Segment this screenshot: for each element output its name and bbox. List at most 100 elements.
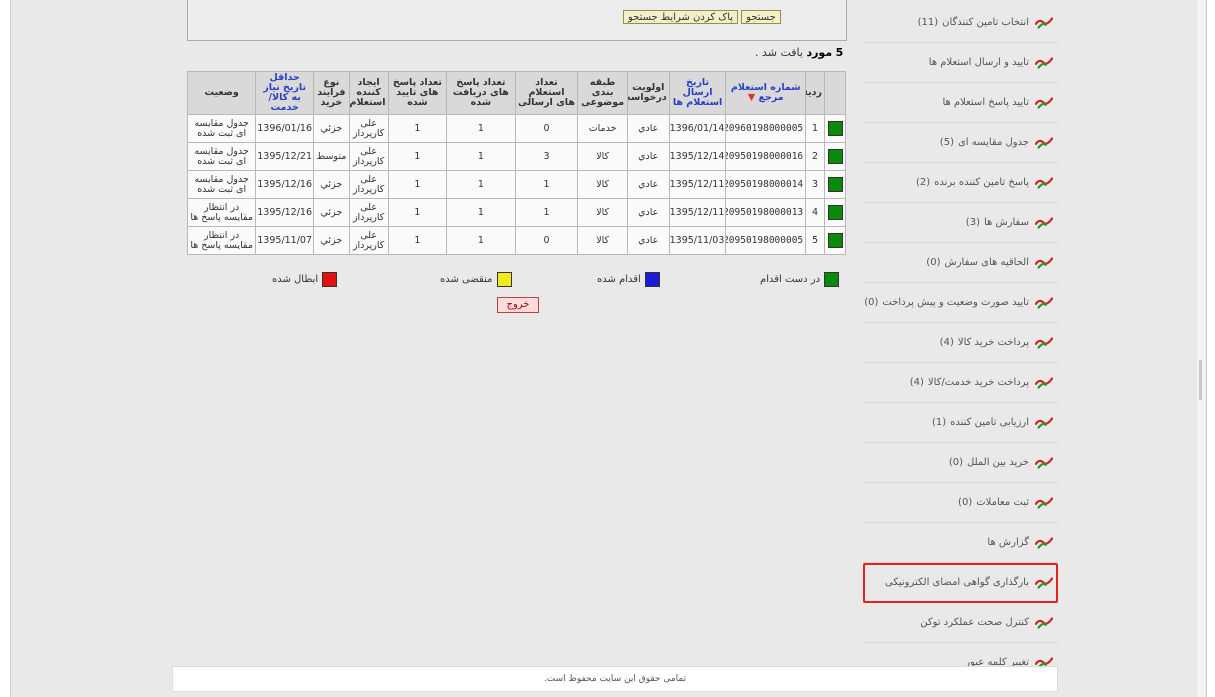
sidebar-item[interactable]: تایید پاسخ استعلام ها xyxy=(863,83,1058,123)
green-square-icon xyxy=(827,205,843,220)
menu-logo-icon xyxy=(1034,136,1054,150)
cell-no: 3 xyxy=(805,170,826,199)
cell-ref[interactable]: 20950198000005 xyxy=(725,226,807,255)
menu-logo-icon xyxy=(1034,176,1054,190)
column-header-send-date[interactable]: تاریخ ارسال استعلام ها xyxy=(668,71,727,115)
table-row[interactable]: 1 20960198000005 1396/01/14 عادي خدمات 0 1 1 علی… xyxy=(186,114,846,143)
cell-sent: 0 xyxy=(514,226,579,255)
sidebar-menu: انتخاب تامین کنندگان (11) تایید و ارسال اس… xyxy=(863,3,1058,683)
sort-down-icon[interactable]: ▼ xyxy=(748,92,755,103)
sidebar-item[interactable]: سفارش ها (3) xyxy=(863,203,1058,243)
exit-button[interactable]: خروج xyxy=(497,297,539,313)
table-row[interactable]: 4 20950198000013 1395/12/11 عادي کالا 1 1 1 علی … xyxy=(186,198,846,227)
green-square-icon xyxy=(827,233,843,248)
clear-search-button[interactable]: پاک کردن شرایط جستجو xyxy=(623,10,739,24)
legend-label: اقدام شده xyxy=(597,274,641,285)
sidebar-item-count: (0) xyxy=(958,497,973,508)
sidebar-item[interactable]: جدول مقایسه ای (5) xyxy=(863,123,1058,163)
cell-creator: علی کارپرداز xyxy=(348,170,389,199)
menu-logo-icon xyxy=(1034,56,1054,70)
sidebar-item[interactable]: تایید صورت وضعیت و پیش پرداخت (0) xyxy=(863,283,1058,323)
cell-priority: عادي xyxy=(626,142,670,171)
sidebar-item-count: (0) xyxy=(948,457,963,468)
sidebar-item-label: پاسخ تامین کننده برنده xyxy=(934,177,1029,188)
green-square-icon xyxy=(824,272,840,287)
sidebar-item[interactable]: ثبت معاملات (0) xyxy=(863,483,1058,523)
cell-category: کالا xyxy=(577,226,628,255)
sidebar-item[interactable]: گزارش ها xyxy=(863,523,1058,563)
sidebar-item-label: بارگذاری گواهی امضای الکترونیکی xyxy=(884,577,1029,588)
column-header-ref-no-label[interactable]: شماره استعلام مرجع xyxy=(731,82,801,103)
results-table: ردیف شماره استعلام مرجع ▼ تاریخ ارسال اس… xyxy=(186,71,846,255)
table-row[interactable]: 2 20950198000016 1395/12/14 عادي کالا 3 1 1 علی … xyxy=(186,142,846,171)
sidebar-item[interactable]: خرید بین الملل (0) xyxy=(863,443,1058,483)
green-square-icon xyxy=(827,121,843,136)
column-header-category: طبقه بندی موضوعی xyxy=(577,71,628,115)
cell-need: 1395/12/21 xyxy=(255,142,315,171)
results-count-unit: مورد xyxy=(806,46,833,59)
cell-no: 4 xyxy=(805,198,826,227)
sidebar-item-count: (11) xyxy=(917,17,939,28)
cell-status: در انتظار مقایسه پاسخ ها xyxy=(186,226,257,255)
table-row[interactable]: 5 20950198000005 1395/11/03 عادي کالا 0 1 1 علی … xyxy=(186,226,846,255)
cell-sent: 1 xyxy=(514,198,579,227)
sidebar-item-count: (4) xyxy=(939,337,954,348)
sidebar-item-label: جدول مقایسه ای xyxy=(957,137,1029,148)
menu-logo-icon xyxy=(1034,416,1054,430)
legend-label: در دست اقدام xyxy=(760,274,821,285)
menu-logo-icon xyxy=(1034,336,1054,350)
cell-approved: 1 xyxy=(387,226,448,255)
search-button[interactable]: جستجو xyxy=(741,10,781,24)
cell-creator: علی کارپرداز xyxy=(348,198,389,227)
column-header-min-need-date[interactable]: حداقل تاریخ نیاز به کالا/ خدمت xyxy=(255,71,315,115)
cell-ref[interactable]: 20950198000014 xyxy=(725,170,807,199)
cell-category: کالا xyxy=(577,170,628,199)
column-header-ref-no[interactable]: شماره استعلام مرجع ▼ xyxy=(725,71,807,115)
sidebar-item[interactable]: پاسخ تامین کننده برنده (2) xyxy=(863,163,1058,203)
sidebar-item[interactable]: کنترل صحت عملکرد توکن xyxy=(863,603,1058,643)
cell-status: جدول مقایسه ای ثبت شده xyxy=(186,142,257,171)
cell-approved: 1 xyxy=(387,198,448,227)
cell-sent: 0 xyxy=(514,114,579,143)
cell-type: جزئي xyxy=(313,198,350,227)
menu-logo-icon xyxy=(1034,496,1054,510)
search-panel: جستجو پاک کردن شرایط جستجو xyxy=(187,0,847,41)
search-buttons: جستجو پاک کردن شرایط جستجو xyxy=(623,10,781,24)
sidebar-item[interactable]: پرداخت خرید کالا (4) xyxy=(863,323,1058,363)
cell-need: 1395/12/16 xyxy=(255,170,315,199)
cell-status: جدول مقایسه ای ثبت شده xyxy=(186,170,257,199)
sidebar-item[interactable]: بارگذاری گواهی امضای الکترونیکی xyxy=(863,563,1058,603)
cell-ref[interactable]: 20960198000005 xyxy=(725,114,807,143)
cell-ref[interactable]: 20950198000016 xyxy=(725,142,807,171)
sidebar-item-label: الحاقیه های سفارش xyxy=(944,257,1029,268)
scrollbar[interactable] xyxy=(1197,0,1205,697)
legend-cancelled: ابطال شده xyxy=(272,272,338,287)
cell-approved: 1 xyxy=(387,114,448,143)
footer-copyright: تمامی حقوق این سایت محفوظ است. xyxy=(172,666,1058,692)
sidebar-item[interactable]: پرداخت خرید خدمت/کالا (4) xyxy=(863,363,1058,403)
sidebar-item[interactable]: الحاقیه های سفارش (0) xyxy=(863,243,1058,283)
cell-priority: عادي xyxy=(626,198,670,227)
sidebar-item-count: (3) xyxy=(965,217,980,228)
cell-received: 1 xyxy=(446,198,516,227)
sidebar-item[interactable]: انتخاب تامین کنندگان (11) xyxy=(863,3,1058,43)
column-header-creator: ایجاد کننده استعلام xyxy=(348,71,389,115)
yellow-square-icon xyxy=(496,272,512,287)
results-count: 5 مورد یافت شد . xyxy=(755,46,843,59)
sidebar-item[interactable]: ارزیابی تامین کننده (1) xyxy=(863,403,1058,443)
cell-creator: علی کارپرداز xyxy=(348,226,389,255)
sidebar-item-label: تایید و ارسال استعلام ها xyxy=(928,57,1029,68)
cell-creator: علی کارپرداز xyxy=(348,142,389,171)
cell-ref[interactable]: 20950198000013 xyxy=(725,198,807,227)
scrollbar-thumb[interactable] xyxy=(1199,360,1202,400)
column-header-approved-count: تعداد پاسخ های تایید شده xyxy=(387,71,448,115)
sidebar-item[interactable]: تایید و ارسال استعلام ها xyxy=(863,43,1058,83)
table-row[interactable]: 3 20950198000014 1395/12/11 عادي کالا 1 1 1 علی … xyxy=(186,170,846,199)
column-header-row-no: ردیف xyxy=(805,71,826,115)
cell-received: 1 xyxy=(446,142,516,171)
cell-no: 2 xyxy=(805,142,826,171)
legend-expired: منقضی شده xyxy=(440,272,512,287)
cell-no: 1 xyxy=(805,114,826,143)
sidebar-item-label: گزارش ها xyxy=(987,537,1029,548)
row-status-cell xyxy=(824,226,846,255)
